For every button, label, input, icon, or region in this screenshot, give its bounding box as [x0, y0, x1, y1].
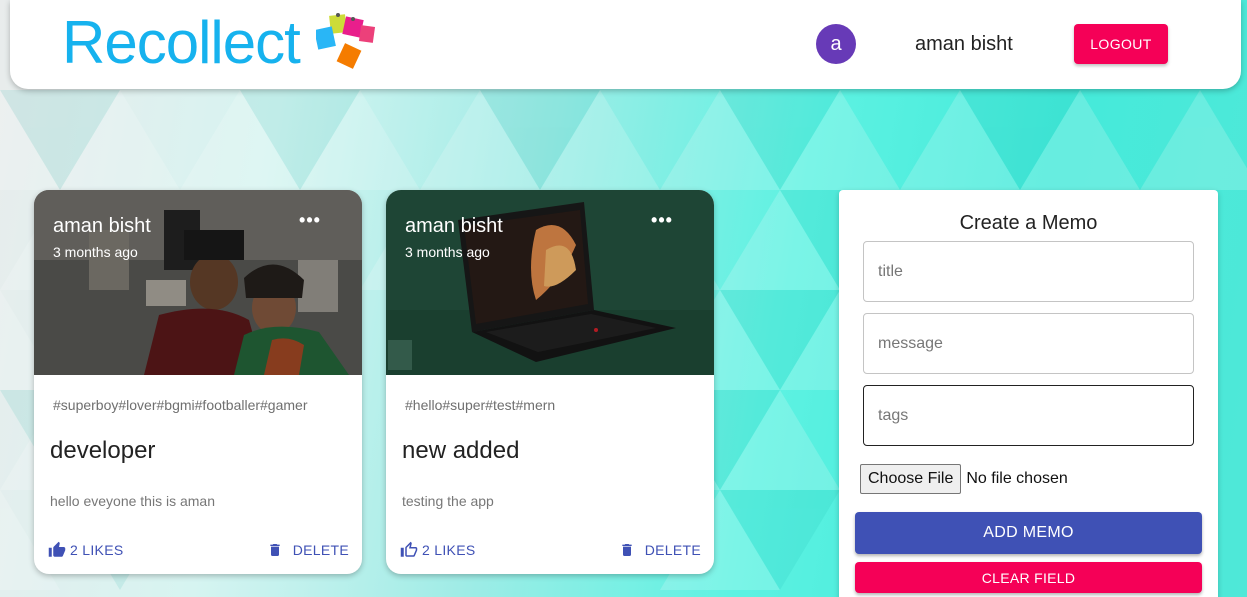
more-horizontal-icon[interactable]: ••• [296, 211, 324, 233]
post-message: hello eveyone this is aman [50, 493, 215, 509]
post-message: testing the app [402, 493, 494, 509]
thumb-up-outline-icon [400, 541, 418, 557]
post-card: aman bisht 3 months ago ••• #superboy#lo… [34, 190, 362, 574]
post-time: 3 months ago [405, 244, 490, 260]
brand-title[interactable]: Recollect [62, 10, 301, 76]
post-author: aman bisht [405, 215, 503, 237]
clear-field-button[interactable]: CLEAR FIELD [855, 562, 1202, 593]
app-header: Recollect a aman bisht LOGOUT [10, 0, 1241, 89]
post-time: 3 months ago [53, 244, 138, 260]
delete-label: DELETE [292, 542, 349, 558]
post-image: aman bisht 3 months ago ••• [34, 190, 362, 375]
username-label: aman bisht [915, 33, 1013, 55]
title-input[interactable] [863, 241, 1194, 302]
post-tags: #superboy#lover#bgmi#footballer#gamer [53, 397, 308, 413]
file-picker: Choose File No file chosen [860, 464, 1068, 494]
tags-input[interactable] [863, 385, 1194, 446]
post-card: aman bisht 3 months ago ••• #hello#super… [386, 190, 714, 574]
trash-icon [270, 544, 280, 556]
trash-icon [622, 544, 632, 556]
delete-button[interactable]: DELETE [619, 539, 701, 561]
file-status-label: No file chosen [966, 470, 1068, 487]
post-tags: #hello#super#test#mern [405, 397, 556, 413]
like-count-label: 2 LIKES [422, 542, 476, 558]
add-memo-button[interactable]: ADD MEMO [855, 512, 1202, 554]
like-button[interactable]: 2 LIKES [48, 539, 123, 561]
post-title: developer [50, 437, 156, 464]
message-input[interactable] [863, 313, 1194, 374]
post-author: aman bisht [53, 215, 151, 237]
logout-button[interactable]: LOGOUT [1074, 24, 1168, 64]
more-horizontal-icon[interactable]: ••• [648, 211, 676, 233]
form-heading: Create a Memo [959, 212, 1098, 234]
delete-button[interactable]: DELETE [267, 539, 349, 561]
sticky-notes-logo-icon [316, 13, 376, 69]
post-title: new added [402, 437, 520, 464]
avatar[interactable]: a [816, 24, 856, 64]
delete-label: DELETE [644, 542, 701, 558]
like-count-label: 2 LIKES [70, 542, 124, 558]
choose-file-button[interactable]: Choose File [860, 464, 962, 494]
create-memo-form: Create a Memo Choose File No file chosen… [839, 190, 1218, 597]
like-button[interactable]: 2 LIKES [400, 539, 475, 561]
post-image: aman bisht 3 months ago ••• [386, 190, 714, 375]
thumb-up-icon [48, 541, 66, 557]
